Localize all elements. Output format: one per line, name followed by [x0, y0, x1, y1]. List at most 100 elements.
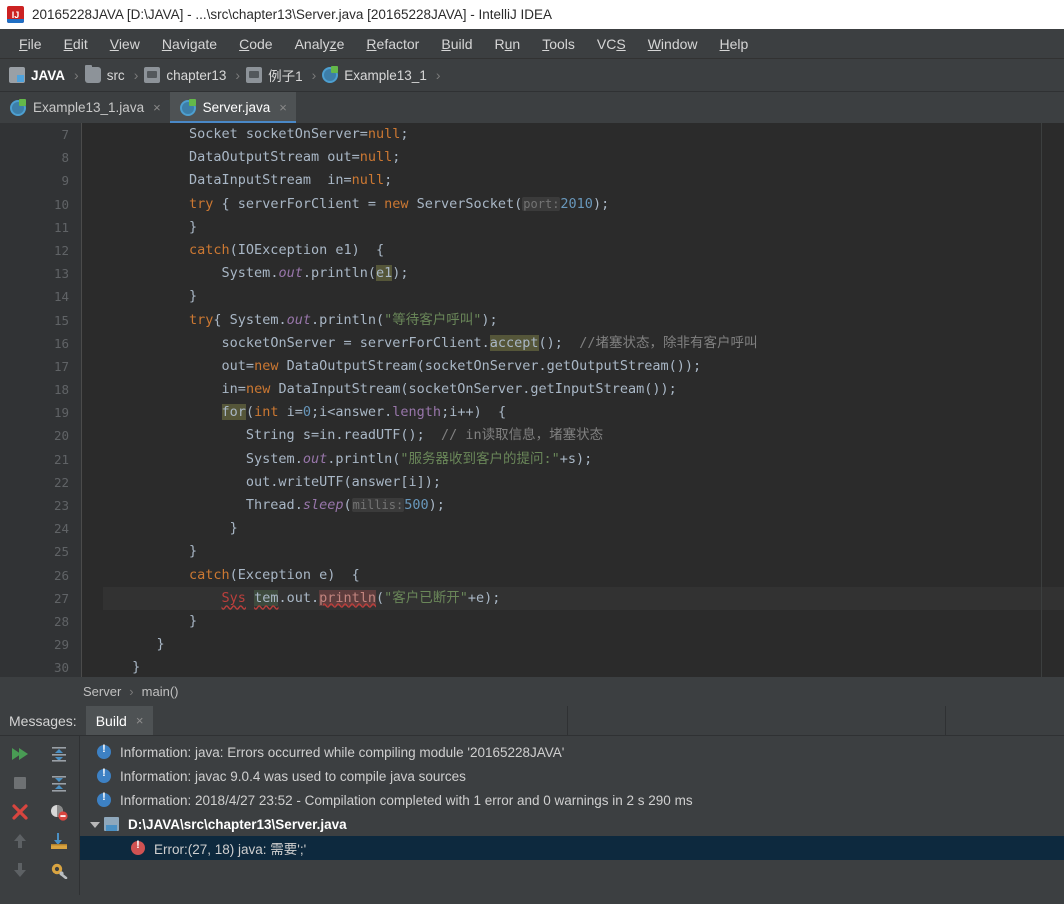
- breadcrumb-item-chapter13[interactable]: chapter13 ›: [144, 67, 246, 83]
- code-line-8: DataOutputStream out=null;: [189, 149, 401, 166]
- line-comment: //堵塞状态，除非有客户呼叫: [579, 334, 758, 351]
- editor-gutter[interactable]: 7 8 9 10 11 12 13 14 15 16 17 18 19 20 2…: [0, 123, 82, 677]
- string-literal: "服务器收到客户的提问:": [400, 450, 560, 467]
- code-line-12: catch(IOException e1) {: [189, 241, 385, 258]
- export-to-file-glyph: [51, 833, 68, 849]
- editor-fold-column[interactable]: [83, 123, 103, 677]
- stop-icon[interactable]: [6, 771, 34, 795]
- editor-structure-breadcrumb: Server › main(): [0, 677, 1064, 706]
- code-editor[interactable]: 7 8 9 10 11 12 13 14 15 16 17 18 19 20 2…: [0, 123, 1064, 677]
- param-hint-port: port:: [522, 196, 561, 211]
- message-row-info[interactable]: Information: java: Errors occurred while…: [80, 740, 1064, 764]
- messages-toolbar-column-right: [40, 736, 80, 895]
- message-row-file[interactable]: D:\JAVA\src\chapter13\Server.java: [80, 812, 1064, 836]
- menu-item-view[interactable]: View: [99, 33, 151, 55]
- code-line-20: String s=in.readUTF(); // in读取信息，堵塞状态: [245, 427, 604, 444]
- menu-item-code[interactable]: Code: [228, 33, 283, 55]
- line-number: 20: [53, 428, 69, 444]
- message-text: Information: javac 9.0.4 was used to com…: [120, 768, 466, 784]
- window-title-bar: IJ 20165228JAVA [D:\JAVA] - ...\src\chap…: [0, 0, 1064, 29]
- line-number: 27: [53, 590, 69, 606]
- editor-tab-bar: Example13_1.java × Server.java ×: [0, 92, 1064, 123]
- message-row-info[interactable]: Information: 2018/4/27 23:52 - Compilati…: [80, 788, 1064, 812]
- source-folder-icon: [84, 65, 101, 83]
- information-icon: [97, 767, 111, 783]
- stop-glyph: [13, 777, 26, 789]
- java-class-icon: [179, 98, 196, 116]
- information-icon: [97, 791, 111, 807]
- message-row-error[interactable]: Error:(27, 18) java: 需要';': [80, 836, 1064, 860]
- menu-item-tools[interactable]: Tools: [531, 33, 586, 55]
- close-icon[interactable]: ×: [136, 713, 144, 728]
- breadcrumb-item-module[interactable]: JAVA ›: [9, 67, 85, 83]
- editor-code-area[interactable]: Socket socketOnServer=null; DataOutputSt…: [103, 123, 1064, 677]
- menu-item-run[interactable]: Run: [484, 33, 532, 55]
- rerun-icon[interactable]: [6, 742, 34, 766]
- messages-tab-build[interactable]: Build ×: [85, 706, 154, 735]
- line-number: 23: [53, 498, 69, 513]
- breadcrumb-class[interactable]: Server: [83, 684, 121, 699]
- messages-list[interactable]: Information: java: Errors occurred while…: [80, 736, 1064, 895]
- close-icon[interactable]: ×: [279, 101, 287, 114]
- menu-item-analyze[interactable]: Analyze: [284, 33, 356, 55]
- breadcrumb-item-class[interactable]: Example13_1 ›: [322, 66, 446, 83]
- menu-item-vcs[interactable]: VCS: [586, 33, 637, 55]
- code-line-24: }: [229, 520, 238, 537]
- line-number: 24: [53, 521, 69, 537]
- line-number: 19: [53, 405, 69, 421]
- line-number: 29: [53, 637, 69, 653]
- arrow-down-glyph: [13, 863, 26, 877]
- line-number: 7: [61, 127, 69, 142]
- breadcrumb-separator: ›: [435, 67, 441, 83]
- code-line-9: DataInputStream in=null;: [189, 172, 393, 189]
- tab-server-java[interactable]: Server.java ×: [169, 92, 296, 123]
- menu-item-build[interactable]: Build: [430, 33, 483, 55]
- chevron-down-icon[interactable]: [90, 822, 100, 828]
- menu-bar: File Edit View Navigate Code Analyze Ref…: [0, 29, 1064, 59]
- export-icon[interactable]: [45, 829, 73, 853]
- arrow-up-glyph: [13, 834, 26, 848]
- menu-item-refactor[interactable]: Refactor: [355, 33, 430, 55]
- menu-item-file[interactable]: File: [8, 33, 53, 55]
- menu-item-help[interactable]: Help: [709, 33, 760, 55]
- navigation-breadcrumb: JAVA › src › chapter13 › 例子1 › Example13…: [0, 59, 1064, 92]
- code-line-27: Sys tem.out.println("客户已断开"+e);: [103, 586, 1064, 610]
- java-class-icon: [322, 66, 339, 83]
- breadcrumb-separator: ›: [235, 67, 241, 83]
- expand-all-icon[interactable]: [45, 771, 73, 795]
- close-icon[interactable]: [6, 800, 34, 824]
- settings-icon[interactable]: [45, 858, 73, 882]
- menu-item-navigate[interactable]: Navigate: [151, 33, 228, 55]
- param-hint-millis: millis:: [351, 498, 405, 512]
- breadcrumb-method[interactable]: main(): [142, 684, 179, 699]
- next-occurrence-icon[interactable]: [6, 858, 34, 882]
- breadcrumb-separator: ›: [74, 67, 79, 83]
- code-line-25: }: [189, 543, 198, 560]
- menu-item-edit[interactable]: Edit: [53, 33, 99, 55]
- line-comment: // in读取信息，堵塞状态: [441, 427, 604, 444]
- breadcrumb-item-src[interactable]: src ›: [84, 65, 145, 83]
- code-line-30: }: [132, 659, 141, 676]
- message-text: Information: java: Errors occurred while…: [120, 744, 565, 760]
- messages-header-filler-3: [946, 706, 1064, 735]
- collapse-all-icon[interactable]: [45, 742, 73, 766]
- breadcrumb-separator: ›: [129, 684, 134, 699]
- code-line-13: System.out.println(e1);: [221, 265, 409, 282]
- code-line-7: Socket socketOnServer=null;: [189, 126, 409, 142]
- code-line-19: for(int i=0;i<answer.length;i++) {: [221, 404, 507, 421]
- gear-wrench-glyph: [52, 863, 68, 879]
- hide-warnings-icon[interactable]: [45, 800, 73, 824]
- message-row-info[interactable]: Information: javac 9.0.4 was used to com…: [80, 764, 1064, 788]
- java-file-icon: [104, 817, 119, 831]
- breadcrumb-item-package[interactable]: 例子1 ›: [246, 65, 322, 85]
- line-number: 21: [53, 451, 69, 467]
- close-icon[interactable]: ×: [153, 101, 161, 114]
- messages-tab-label: Build: [95, 712, 127, 729]
- tab-example13_1-java[interactable]: Example13_1.java ×: [0, 92, 170, 123]
- code-line-18: in=new DataInputStream(socketOnServer.ge…: [221, 381, 677, 398]
- menu-item-window[interactable]: Window: [637, 33, 709, 55]
- error-icon: [131, 839, 145, 855]
- expand-glyph: [52, 776, 67, 792]
- previous-occurrence-icon[interactable]: [6, 829, 34, 853]
- code-line-29: }: [156, 636, 165, 653]
